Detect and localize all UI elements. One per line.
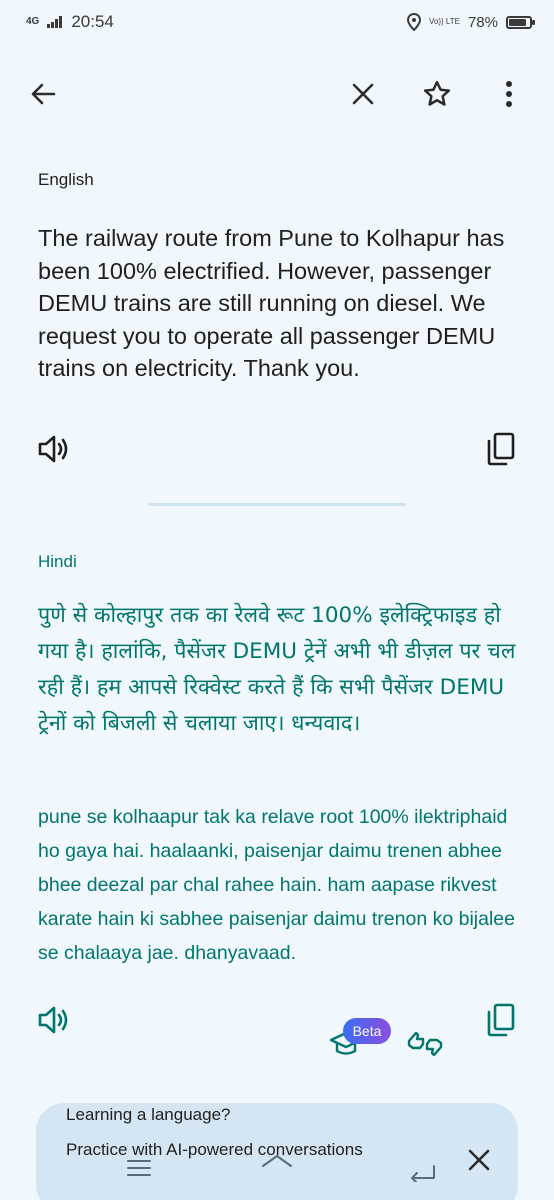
speaker-icon <box>38 435 68 463</box>
signal-icon <box>47 16 63 28</box>
save-star-button[interactable] <box>409 66 465 122</box>
feedback-button[interactable] <box>401 1020 449 1068</box>
top-app-bar <box>0 66 554 122</box>
clear-button[interactable] <box>335 66 391 122</box>
system-nav-bar <box>0 1152 554 1192</box>
back-button[interactable] <box>15 66 71 122</box>
source-copy-button[interactable] <box>477 425 525 473</box>
copy-icon <box>487 432 515 466</box>
speaker-icon <box>38 1006 68 1034</box>
location-icon <box>406 13 421 31</box>
source-language-label: English <box>38 170 94 189</box>
source-listen-button[interactable] <box>30 425 78 473</box>
back-nav-icon[interactable] <box>408 1162 436 1182</box>
star-outline-icon <box>423 80 451 106</box>
translated-text[interactable]: पुणे से कोल्हापुर तक का रेलवे रूट 100% इ… <box>38 598 528 742</box>
close-icon <box>352 83 374 105</box>
copy-icon <box>487 1003 515 1037</box>
arrow-left-icon <box>31 83 56 105</box>
section-divider <box>148 503 406 506</box>
target-copy-button[interactable] <box>477 996 525 1044</box>
home-nav-icon[interactable] <box>260 1152 294 1178</box>
battery-percent: 78% <box>467 13 498 31</box>
network-indicator: 4G <box>26 16 40 27</box>
more-vert-icon <box>506 81 512 107</box>
transliteration-text[interactable]: pune se kolhaapur tak ka relave root 100… <box>38 800 518 970</box>
battery-icon <box>506 15 535 29</box>
volte-indicator: Vo)) LTE <box>428 17 460 26</box>
status-bar: 4G 20:54 Vo)) LTE 78% <box>0 0 554 44</box>
clock: 20:54 <box>71 12 114 31</box>
status-left: 4G 20:54 <box>26 12 114 32</box>
thumbs-feedback-icon <box>407 1031 443 1057</box>
battery-fill <box>509 18 527 26</box>
more-options-button[interactable] <box>481 66 537 122</box>
beta-badge: Beta <box>343 1018 391 1044</box>
menu-nav-icon[interactable] <box>126 1158 152 1178</box>
source-text[interactable]: The railway route from Pune to Kolhapur … <box>38 222 518 385</box>
status-right: Vo)) LTE 78% <box>406 13 535 31</box>
promo-title: Learning a language? <box>66 1105 231 1124</box>
target-language-label: Hindi <box>38 552 77 571</box>
target-listen-button[interactable] <box>30 996 78 1044</box>
